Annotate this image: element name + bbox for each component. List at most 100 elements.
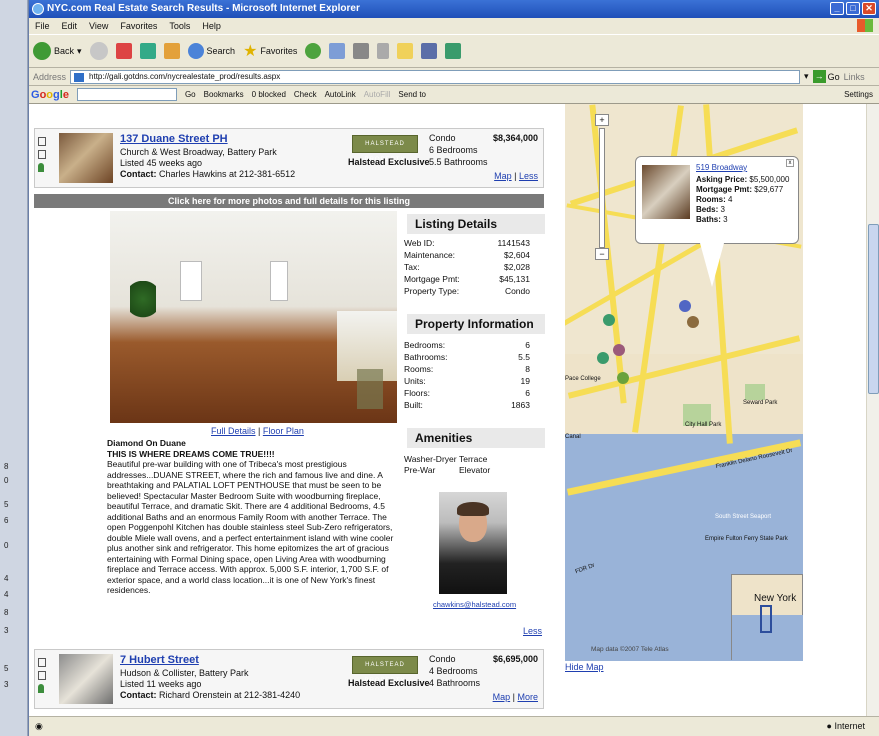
favorites-button[interactable]: ★ Favorites: [243, 41, 297, 61]
menu-help[interactable]: Help: [202, 18, 221, 34]
floor-plan-link[interactable]: Floor Plan: [263, 426, 304, 436]
zoom-out-button[interactable]: −: [595, 248, 609, 260]
save-icon[interactable]: [38, 150, 46, 159]
listing-address-link[interactable]: 137 Duane Street PH: [120, 133, 228, 145]
zoom-in-button[interactable]: +: [595, 114, 609, 126]
page-content: 137 Duane Street PH Church & West Broadw…: [29, 104, 879, 716]
maximize-button[interactable]: □: [846, 2, 860, 15]
mortgage-value: $29,677: [754, 185, 784, 194]
full-details-link[interactable]: Full Details: [211, 426, 256, 436]
contact-label: Contact:: [120, 169, 157, 179]
vertical-scrollbar[interactable]: [866, 104, 879, 716]
property-row: Bathrooms: 5.5: [404, 352, 530, 362]
menu-file[interactable]: File: [35, 18, 50, 34]
menu-tools[interactable]: Tools: [169, 18, 190, 34]
contact-label: Contact:: [120, 690, 157, 700]
page-status-icon: ◉: [35, 721, 43, 731]
rooms-label: Rooms:: [696, 195, 726, 204]
go-button[interactable]: → Go: [812, 70, 840, 83]
listing-main-photo[interactable]: [110, 211, 397, 423]
more-photos-bar[interactable]: Click here for more photos and full deta…: [34, 194, 544, 208]
print-icon[interactable]: [353, 43, 370, 59]
agent-photo: [439, 492, 507, 594]
zone-label: Internet: [834, 721, 865, 731]
autofill-button[interactable]: AutoFill: [364, 90, 391, 99]
search-button[interactable]: Search: [187, 43, 235, 59]
close-button[interactable]: ✕: [862, 2, 876, 15]
strip-value: 4: [4, 590, 9, 599]
bathroom-count: 4 Bathrooms: [429, 678, 481, 688]
property-type: Condo: [429, 654, 456, 664]
zoom-control: + −: [595, 114, 609, 262]
refresh-icon[interactable]: [139, 43, 156, 59]
property-label: Built:: [404, 400, 423, 410]
send-to-button[interactable]: Send to: [398, 90, 426, 99]
autolink-button[interactable]: AutoLink: [325, 90, 356, 99]
map-marker[interactable]: [603, 314, 615, 326]
mail-icon[interactable]: [329, 43, 346, 59]
map-panel[interactable]: City Hall Park Seward Park Franklin Dela…: [565, 104, 803, 661]
map-pin-icon[interactable]: [38, 163, 44, 172]
zoom-slider[interactable]: [599, 128, 605, 248]
stop-icon[interactable]: [115, 43, 132, 59]
edit-icon[interactable]: [377, 43, 390, 59]
scrollbar-thumb[interactable]: [868, 224, 879, 394]
agent-email-link[interactable]: chawkins@halstead.com: [433, 600, 516, 609]
map-label: City Hall Park: [685, 422, 722, 428]
detail-row: Maintenance: $2,604: [404, 250, 530, 260]
popup-blocker-button[interactable]: 0 blocked: [252, 90, 286, 99]
strip-value: 8: [4, 608, 9, 617]
map-label: Canal: [565, 434, 581, 440]
history-icon[interactable]: [305, 43, 322, 59]
map-link[interactable]: Map: [493, 692, 511, 702]
map-marker[interactable]: [679, 300, 691, 312]
property-value: 8: [525, 364, 530, 374]
links-button[interactable]: Links: [844, 72, 865, 82]
map-marker[interactable]: [617, 372, 629, 384]
exclusive-label: Halstead Exclusive: [348, 678, 430, 688]
listing-thumbnail[interactable]: [59, 654, 113, 704]
hide-map-link[interactable]: Hide Map: [565, 662, 604, 672]
more-link[interactable]: More: [517, 692, 538, 702]
home-icon[interactable]: [163, 43, 180, 59]
map-marker[interactable]: [613, 344, 625, 356]
messenger-icon[interactable]: [421, 43, 438, 59]
amenity: Terrace: [459, 454, 488, 464]
overview-viewport[interactable]: [760, 605, 772, 633]
discuss-icon[interactable]: [397, 43, 414, 59]
google-settings-button[interactable]: Settings: [844, 90, 873, 99]
listing-address-link[interactable]: 7 Hubert Street: [120, 654, 199, 666]
bookmarks-button[interactable]: Bookmarks: [204, 90, 244, 99]
back-button[interactable]: Back ▾: [33, 42, 82, 60]
map-marker[interactable]: [687, 316, 699, 328]
research-icon[interactable]: [445, 43, 462, 59]
popup-close-icon[interactable]: x: [786, 159, 794, 167]
description-body: Beautiful pre-war building with one of T…: [107, 459, 394, 595]
popup-address-link[interactable]: 519 Broadway: [696, 163, 747, 172]
menu-favorites[interactable]: Favorites: [120, 18, 157, 34]
listing-card: 7 Hubert Street Hudson & Collister, Batt…: [34, 649, 544, 709]
address-dropdown-icon[interactable]: ▾: [804, 71, 809, 82]
save-icon[interactable]: [38, 671, 46, 680]
map-link[interactable]: Map: [494, 171, 512, 181]
map-marker[interactable]: [597, 352, 609, 364]
map-pin-icon[interactable]: [38, 684, 44, 693]
forward-button[interactable]: [89, 42, 108, 60]
checkbox-icon[interactable]: [38, 137, 46, 146]
property-type: Condo: [429, 133, 456, 143]
minimize-button[interactable]: _: [830, 2, 844, 15]
property-value: 5.5: [518, 352, 530, 362]
google-search-input[interactable]: [76, 88, 177, 101]
menu-view[interactable]: View: [89, 18, 108, 34]
property-row: Units: 19: [404, 376, 530, 386]
address-input[interactable]: http://gali.gotdns.com/nycrealestate_pro…: [70, 69, 801, 84]
less-link[interactable]: Less: [523, 626, 542, 636]
checkbox-icon[interactable]: [38, 658, 46, 667]
listing-thumbnail[interactable]: [59, 133, 113, 183]
property-value: 6: [525, 340, 530, 350]
overview-map[interactable]: New York: [731, 574, 803, 661]
less-link[interactable]: Less: [519, 171, 538, 181]
spell-check-button[interactable]: Check: [294, 90, 317, 99]
google-go-button[interactable]: Go: [185, 90, 196, 99]
menu-edit[interactable]: Edit: [62, 18, 78, 34]
